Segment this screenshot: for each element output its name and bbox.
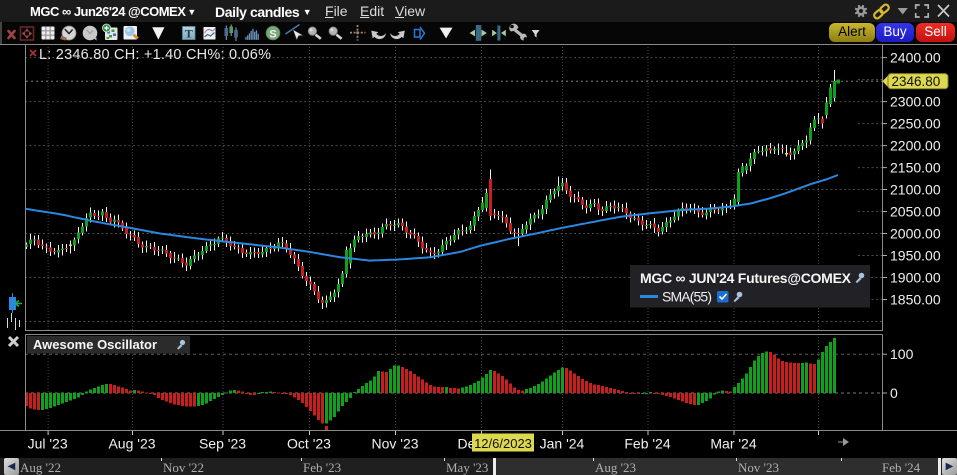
svg-text:0: 0 xyxy=(890,385,898,401)
svg-text:2150.00: 2150.00 xyxy=(890,160,941,176)
svg-text:Jan '24: Jan '24 xyxy=(540,436,585,452)
svg-text:12/6/2023: 12/6/2023 xyxy=(474,436,532,451)
svg-text:T: T xyxy=(185,27,193,41)
svg-text:2100.00: 2100.00 xyxy=(890,182,941,198)
svg-text:100: 100 xyxy=(890,346,914,362)
svg-text:Aug '23: Aug '23 xyxy=(108,436,155,452)
svg-text:Jul '23: Jul '23 xyxy=(28,436,68,452)
svg-text:2346.80: 2346.80 xyxy=(892,74,941,89)
svg-text:SMA(55): SMA(55) xyxy=(662,289,712,305)
svg-text:Feb '24: Feb '24 xyxy=(624,436,670,452)
svg-text:Oct '23: Oct '23 xyxy=(287,436,331,452)
svg-text:2050.00: 2050.00 xyxy=(890,204,941,220)
svg-text:2400.00: 2400.00 xyxy=(890,50,941,66)
svg-text:L: 2346.80 CH: +1.40 CH%: 0.06: L: 2346.80 CH: +1.40 CH%: 0.06% xyxy=(39,47,271,63)
svg-text:Mar '24: Mar '24 xyxy=(710,436,756,452)
svg-text:1950.00: 1950.00 xyxy=(890,248,941,264)
svg-text:MGC ∞ JUN'24 Futures@COMEX: MGC ∞ JUN'24 Futures@COMEX xyxy=(640,270,852,286)
svg-text:Awesome Oscillator: Awesome Oscillator xyxy=(33,337,157,352)
svg-text:2000.00: 2000.00 xyxy=(890,226,941,242)
svg-text:2250.00: 2250.00 xyxy=(890,116,941,132)
svg-text:Nov '23: Nov '23 xyxy=(371,436,418,452)
svg-text:1900.00: 1900.00 xyxy=(890,270,941,286)
svg-text:1850.00: 1850.00 xyxy=(890,292,941,308)
svg-text:2300.00: 2300.00 xyxy=(890,94,941,110)
svg-text:2200.00: 2200.00 xyxy=(890,138,941,154)
svg-text:S: S xyxy=(269,28,276,40)
svg-text:Sep '23: Sep '23 xyxy=(199,436,246,452)
